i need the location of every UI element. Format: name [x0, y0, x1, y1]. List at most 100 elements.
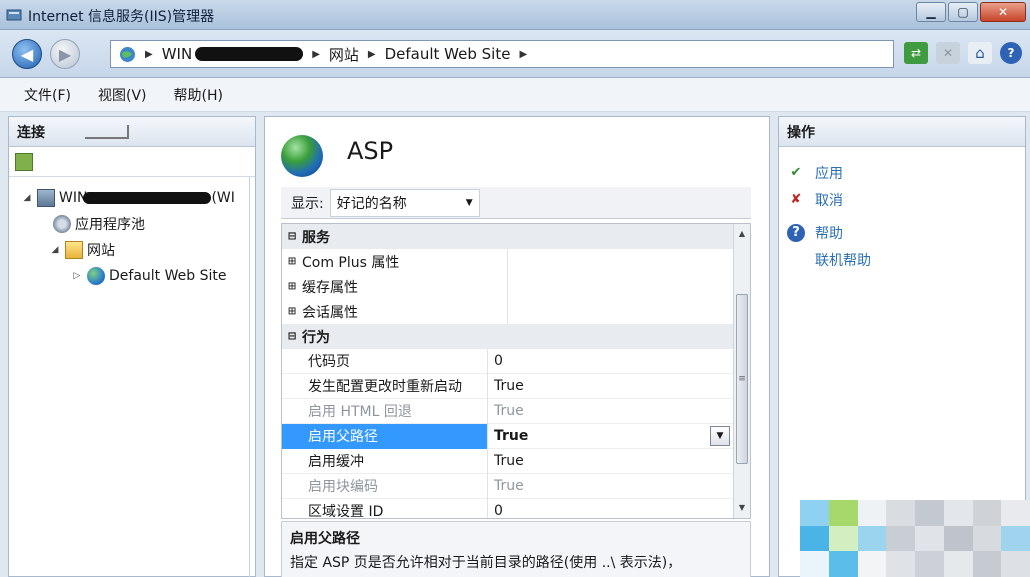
cancel-link[interactable]: 取消: [815, 190, 843, 210]
connections-panel: 连接 ◢ WIN (WI 应用程序池 ◢ 网站 ▷ Default Web Si…: [8, 116, 256, 577]
property-value: True: [488, 403, 734, 419]
connections-tree: ◢ WIN (WI 应用程序池 ◢ 网站 ▷ Default Web Site: [9, 177, 255, 289]
property-name: Com Plus 属性: [302, 249, 508, 274]
property-value-text: True: [494, 478, 524, 494]
create-connection-icon[interactable]: [15, 152, 33, 171]
expand-icon[interactable]: ⊞: [282, 279, 302, 294]
tree-item-app-pools[interactable]: 应用程序池: [9, 211, 255, 237]
display-dropdown-value: 好记的名称: [336, 195, 407, 212]
online-help-action[interactable]: 联机帮助: [787, 246, 1025, 273]
collapse-icon[interactable]: ⊟: [282, 229, 302, 244]
chevron-down-icon: ▼: [465, 197, 473, 208]
display-toolbar: 显示: 好记的名称 ▼: [281, 187, 751, 219]
category-row-behavior[interactable]: ⊟ 行为: [282, 324, 734, 349]
tree-item-sites[interactable]: ◢ 网站: [9, 237, 255, 263]
display-dropdown[interactable]: 好记的名称 ▼: [329, 188, 480, 217]
expand-icon[interactable]: ◢: [49, 245, 61, 255]
property-name: 发生配置更改时重新启动: [282, 373, 488, 399]
property-row-code-page[interactable]: 代码页 0: [282, 348, 734, 374]
property-value-text: True: [494, 403, 524, 419]
redacted-server-name: [83, 192, 212, 204]
connections-title: 连接: [17, 124, 45, 141]
forward-button[interactable]: ▶: [50, 39, 80, 69]
apply-icon: ✔: [790, 165, 802, 180]
property-value-text: True: [494, 453, 524, 469]
property-value-text: True: [494, 378, 524, 394]
menu-help[interactable]: 帮助(H): [174, 85, 223, 105]
apply-action[interactable]: ✔ 应用: [787, 159, 1025, 186]
property-row-chunked-encoding[interactable]: 启用块编码 True: [282, 473, 734, 499]
panel-collapse-button[interactable]: [85, 124, 129, 139]
property-name: 启用父路径: [282, 423, 488, 449]
property-value[interactable]: True: [488, 453, 734, 469]
window-controls: ▁ ▢ ✕: [916, 2, 1026, 22]
connections-toolbar: [9, 147, 255, 177]
property-row-enable-buffering[interactable]: 启用缓冲 True: [282, 448, 734, 474]
property-group-session[interactable]: ⊞ 会话属性: [282, 299, 734, 324]
property-grid-scrollbar[interactable]: ▲ ≡ ▼: [733, 224, 750, 518]
apply-link[interactable]: 应用: [815, 163, 843, 183]
value-dropdown-button[interactable]: ▼: [710, 426, 730, 446]
tree-item-server[interactable]: ◢ WIN (WI: [9, 185, 255, 211]
watermark: [800, 500, 1030, 577]
address-bar: ◀ ▶ ▶ WIN ▶ 网站 ▶ Default Web Site ▶ ⇄ ✕ …: [0, 30, 1030, 78]
back-button[interactable]: ◀: [12, 39, 42, 69]
scroll-down-icon[interactable]: ▼: [734, 500, 750, 516]
actions-list: ✔ 应用 ✘ 取消 ? 帮助 联机帮助: [779, 147, 1025, 273]
category-label: 服务: [302, 229, 330, 246]
help-link[interactable]: 帮助: [815, 223, 843, 243]
property-group-cache[interactable]: ⊞ 缓存属性: [282, 274, 734, 299]
expand-icon[interactable]: ◢: [21, 193, 33, 203]
expand-icon[interactable]: ▷: [71, 271, 83, 281]
cancel-action[interactable]: ✘ 取消: [787, 186, 1025, 213]
connect-icon[interactable]: ⇄: [904, 42, 928, 64]
server-icon: [37, 189, 55, 207]
maximize-button[interactable]: ▢: [948, 2, 978, 22]
minimize-button[interactable]: ▁: [916, 2, 946, 22]
breadcrumb[interactable]: ▶ WIN ▶ 网站 ▶ Default Web Site ▶: [110, 40, 894, 68]
property-row-enable-parent-paths[interactable]: 启用父路径 True ▼: [282, 423, 734, 449]
help-action[interactable]: ? 帮助: [787, 219, 1025, 246]
menu-file[interactable]: 文件(F): [24, 85, 71, 105]
breadcrumb-default-web-site[interactable]: Default Web Site: [385, 45, 511, 63]
expand-icon[interactable]: ⊞: [282, 304, 302, 319]
property-group-com-plus[interactable]: ⊞ Com Plus 属性: [282, 249, 734, 274]
home-icon[interactable]: ⌂: [968, 42, 992, 64]
breadcrumb-server[interactable]: WIN: [162, 45, 192, 63]
property-name: 区域设置 ID: [282, 498, 488, 518]
collapse-icon[interactable]: ⊟: [282, 329, 302, 344]
property-value[interactable]: True ▼: [488, 426, 734, 446]
property-name: 启用块编码: [282, 473, 488, 499]
property-row-html-fallback[interactable]: 启用 HTML 回退 True: [282, 398, 734, 424]
online-help-link[interactable]: 联机帮助: [815, 250, 871, 270]
stop-icon[interactable]: ✕: [936, 42, 960, 64]
menu-view[interactable]: 视图(V): [98, 85, 147, 105]
tree-item-default-web-site[interactable]: ▷ Default Web Site: [9, 263, 255, 289]
close-button[interactable]: ✕: [980, 2, 1026, 22]
panel-border: [249, 177, 255, 577]
property-value[interactable]: True: [488, 378, 734, 394]
breadcrumb-sites[interactable]: 网站: [329, 44, 359, 65]
address-tools: ⇄ ✕ ⌂ ?: [904, 42, 1022, 64]
description-title: 启用父路径: [290, 531, 360, 547]
menu-bar: 文件(F) 视图(V) 帮助(H): [0, 78, 1030, 112]
app-pool-icon: [53, 215, 71, 233]
redacted-server-name: [195, 47, 304, 61]
expand-icon[interactable]: ⊞: [282, 254, 302, 269]
scrollbar-thumb[interactable]: ≡: [736, 294, 748, 464]
title-bar: Internet 信息服务(IIS)管理器 ▁ ▢ ✕: [0, 0, 1030, 30]
connections-header: 连接: [9, 117, 255, 147]
asp-globe-icon: [281, 135, 323, 177]
property-row-restart-on-config-change[interactable]: 发生配置更改时重新启动 True: [282, 373, 734, 399]
property-value-text: 0: [494, 353, 503, 369]
property-name: 代码页: [282, 348, 488, 374]
globe-icon: [87, 267, 105, 285]
tree-item-label: 应用程序池: [75, 217, 145, 233]
scroll-up-icon[interactable]: ▲: [734, 226, 750, 242]
property-value[interactable]: 0: [488, 503, 734, 518]
property-value[interactable]: 0: [488, 353, 734, 369]
help-icon[interactable]: ?: [1000, 42, 1022, 64]
property-name: 启用 HTML 回退: [282, 398, 488, 424]
property-row-locale-id[interactable]: 区域设置 ID 0: [282, 498, 734, 518]
category-row-services[interactable]: ⊟ 服务: [282, 224, 734, 249]
